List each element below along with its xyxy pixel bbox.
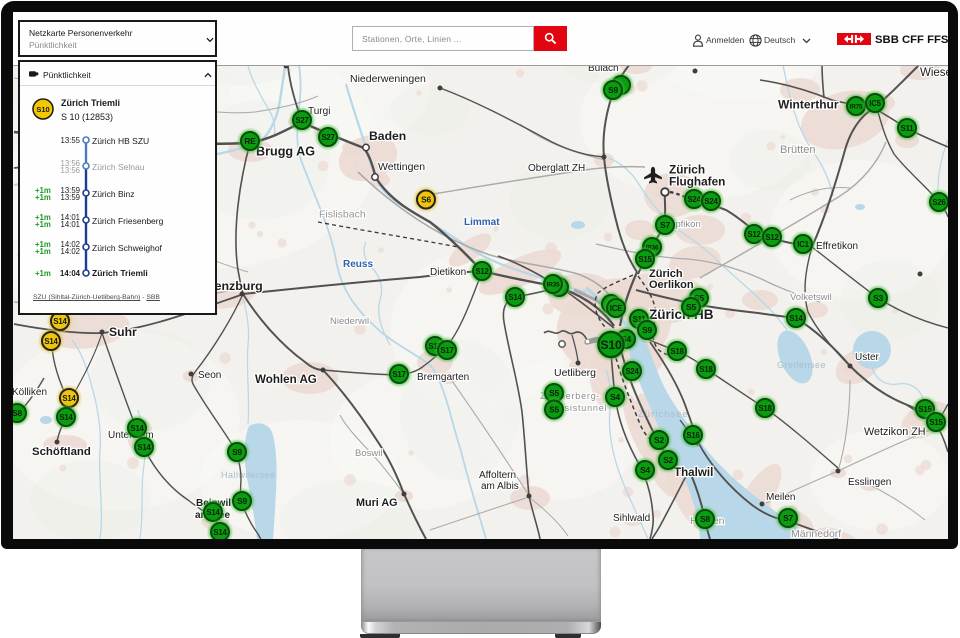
svg-text:Reuss: Reuss: [343, 259, 373, 270]
svg-text:Wohlen AG: Wohlen AG: [255, 373, 317, 386]
svg-text:Schöftland: Schöftland: [32, 446, 91, 458]
svg-text:S18: S18: [670, 347, 684, 356]
svg-text:RE: RE: [244, 136, 256, 146]
svg-text:Esslingen: Esslingen: [848, 477, 891, 488]
svg-text:S16: S16: [686, 431, 700, 440]
svg-text:Thalwil: Thalwil: [674, 466, 713, 479]
svg-text:S10: S10: [36, 105, 49, 114]
svg-text:S14: S14: [206, 508, 220, 517]
svg-text:Bremgarten: Bremgarten: [417, 372, 469, 383]
svg-text:Brugg AG: Brugg AG: [256, 145, 315, 159]
svg-text:S5: S5: [549, 405, 559, 415]
svg-text:S9: S9: [642, 325, 652, 335]
svg-text:Limmat: Limmat: [464, 217, 500, 228]
svg-text:Hallwilersee: Hallwilersee: [221, 470, 276, 480]
svg-text:Affoltern: Affoltern: [479, 470, 516, 481]
svg-text:S5: S5: [549, 388, 559, 398]
svg-text:S7: S7: [783, 513, 793, 523]
svg-text:IR35: IR35: [547, 281, 560, 288]
svg-text:Oerlikon: Oerlikon: [649, 279, 694, 291]
svg-text:S5: S5: [686, 302, 696, 312]
svg-text:S18: S18: [758, 404, 772, 413]
svg-text:S27: S27: [321, 133, 334, 142]
svg-text:S12: S12: [747, 230, 761, 239]
svg-text:Niederwil: Niederwil: [330, 316, 369, 327]
svg-text:S26: S26: [932, 198, 946, 207]
svg-text:Winterthur: Winterthur: [778, 98, 839, 112]
svg-text:ICE: ICE: [610, 304, 622, 313]
svg-text:S14: S14: [62, 394, 76, 403]
svg-text:S4: S4: [640, 465, 650, 475]
svg-text:Wettingen: Wettingen: [378, 161, 425, 173]
svg-text:S27: S27: [295, 116, 308, 125]
svg-text:S6: S6: [421, 195, 431, 205]
svg-text:Muri AG: Muri AG: [356, 497, 398, 509]
svg-text:Wetzikon ZH: Wetzikon ZH: [864, 426, 926, 438]
svg-text:S3: S3: [873, 293, 883, 303]
svg-text:Greifensee: Greifensee: [777, 360, 826, 370]
svg-text:Kölliken: Kölliken: [13, 387, 47, 398]
svg-text:Oberglatt ZH: Oberglatt ZH: [528, 163, 585, 174]
svg-text:am Albis: am Albis: [481, 481, 519, 492]
svg-text:S14: S14: [44, 337, 58, 346]
svg-text:Boswil: Boswil: [355, 448, 382, 459]
svg-text:S17: S17: [392, 370, 405, 379]
svg-text:S8: S8: [13, 408, 22, 418]
svg-text:Effretikon: Effretikon: [816, 241, 858, 252]
svg-text:S14: S14: [59, 413, 73, 422]
svg-text:Flughafen: Flughafen: [669, 175, 725, 189]
svg-text:Sihlwald: Sihlwald: [613, 513, 650, 524]
svg-text:S14: S14: [53, 317, 67, 326]
svg-text:Dietikon: Dietikon: [430, 267, 466, 278]
svg-text:S15: S15: [638, 255, 652, 264]
svg-text:Baden: Baden: [369, 129, 406, 143]
svg-text:IC5: IC5: [869, 99, 881, 108]
svg-text:S24: S24: [704, 197, 718, 206]
svg-text:S14: S14: [789, 314, 803, 323]
svg-text:IR75: IR75: [850, 103, 863, 110]
svg-text:S2: S2: [663, 455, 673, 465]
svg-text:Uster: Uster: [855, 352, 880, 363]
svg-text:S8: S8: [700, 514, 710, 524]
svg-text:IC1: IC1: [797, 240, 809, 249]
svg-text:Brütten: Brütten: [780, 144, 815, 156]
svg-text:S14: S14: [508, 293, 522, 302]
svg-text:Männedorf: Männedorf: [791, 528, 841, 539]
svg-text:S4: S4: [610, 392, 620, 402]
svg-text:Suhr: Suhr: [109, 325, 137, 339]
svg-text:S14: S14: [137, 443, 151, 452]
svg-text:Volketswil: Volketswil: [790, 292, 832, 303]
svg-text:S12: S12: [765, 233, 779, 242]
svg-text:S9: S9: [232, 447, 242, 457]
svg-text:S9: S9: [608, 85, 618, 95]
svg-text:S24: S24: [625, 367, 639, 376]
svg-text:S17: S17: [440, 346, 453, 355]
svg-text:Uetliberg: Uetliberg: [554, 367, 596, 379]
svg-text:Niederweningen: Niederweningen: [350, 73, 426, 85]
svg-text:Wiesendangen: Wiesendangen: [920, 67, 948, 79]
svg-text:S14: S14: [130, 424, 144, 433]
svg-text:S2: S2: [654, 435, 664, 445]
svg-text:Meilen: Meilen: [766, 492, 795, 503]
svg-text:S15: S15: [929, 418, 943, 427]
svg-text:S11: S11: [901, 124, 915, 133]
svg-text:Fislisbach: Fislisbach: [319, 209, 366, 221]
svg-text:S18: S18: [699, 365, 713, 374]
svg-text:Seon: Seon: [198, 370, 221, 381]
svg-text:S10: S10: [600, 338, 622, 352]
svg-text:SBB CFF FFS: SBB CFF FFS: [875, 34, 948, 45]
svg-text:S12: S12: [475, 267, 489, 276]
svg-text:S9: S9: [237, 496, 247, 506]
svg-text:S14: S14: [213, 528, 227, 537]
svg-text:S7: S7: [660, 220, 670, 230]
